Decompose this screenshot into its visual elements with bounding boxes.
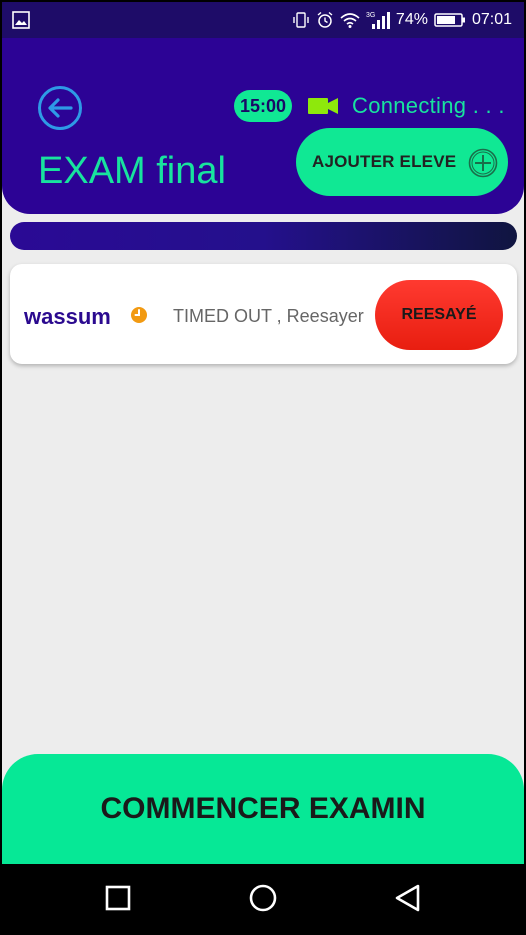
network-type-label: 3G	[366, 12, 375, 19]
status-icons: 3G 74% 07:01	[292, 10, 512, 30]
connection-status: Connecting . . .	[352, 93, 505, 118]
start-exam-button[interactable]: COMMENCER EXAMIN	[2, 754, 524, 864]
retry-button[interactable]: REESAYÉ	[375, 280, 503, 350]
student-card: wassum TIMED OUT , Reesayer REESAYÉ	[10, 264, 517, 364]
clock-time: 07:01	[471, 11, 512, 28]
wifi-icon	[340, 13, 360, 28]
exam-header: 15:00 Connecting . . . EXAM final AJOUTE…	[2, 38, 524, 214]
battery-icon	[434, 13, 465, 27]
image-icon	[12, 11, 30, 29]
plus-circle-icon	[468, 148, 498, 178]
battery-percent: 74%	[395, 11, 428, 28]
back-button[interactable]	[38, 86, 82, 130]
home-circle-icon[interactable]	[247, 882, 279, 914]
page-title: EXAM final	[38, 150, 226, 192]
status-bar: 3G 74% 07:01	[2, 2, 524, 38]
add-student-button[interactable]: AJOUTER ELEVE	[296, 128, 508, 196]
vibrate-icon	[293, 12, 309, 28]
student-status: TIMED OUT , Reesayer	[173, 306, 364, 326]
arrow-left-icon	[48, 98, 73, 118]
exam-progress-bar	[10, 222, 517, 250]
video-camera-icon	[308, 98, 338, 114]
navigation-bar	[2, 864, 524, 933]
app-screen: 3G 74% 07:01 15:00 Connecting . . . EXAM…	[2, 2, 524, 933]
alarm-icon	[317, 11, 333, 28]
add-student-label: AJOUTER ELEVE	[312, 152, 457, 171]
clock-icon	[131, 307, 147, 323]
back-triangle-icon[interactable]	[392, 882, 424, 914]
student-name: wassum	[24, 304, 111, 329]
signal-icon: 3G	[366, 12, 390, 29]
recents-square-icon[interactable]	[102, 882, 134, 914]
timer-badge: 15:00	[234, 90, 292, 122]
